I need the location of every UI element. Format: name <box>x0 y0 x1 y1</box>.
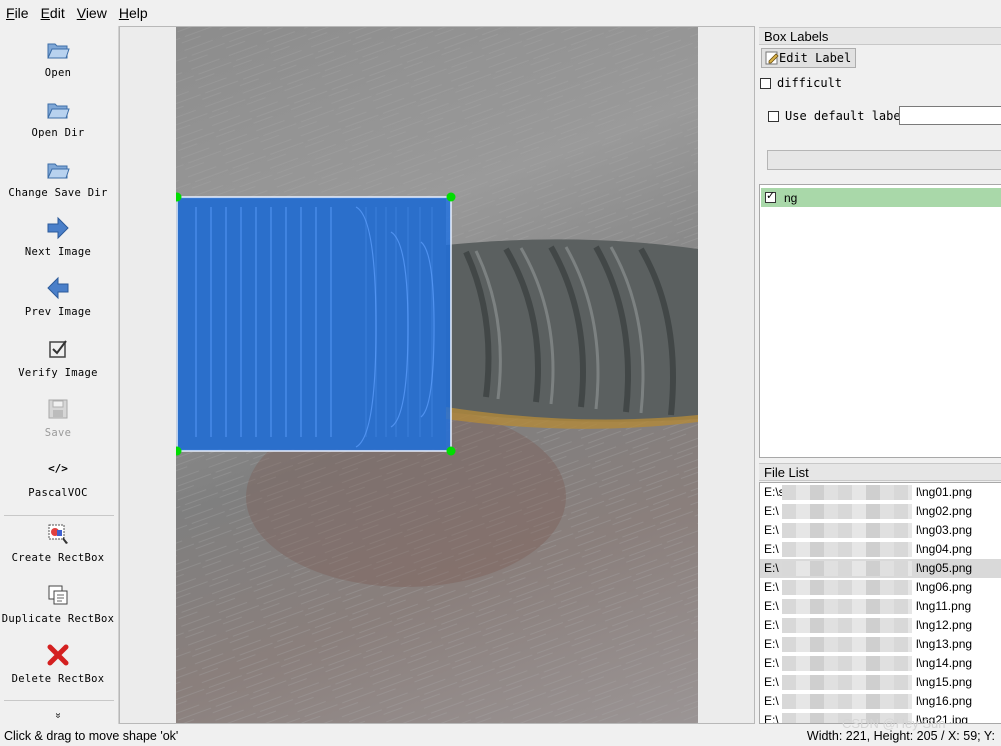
pixelated-redaction <box>782 637 912 652</box>
arrow-left-icon <box>47 276 69 300</box>
checkbox-unchecked-icon <box>768 110 779 122</box>
save-button[interactable]: Save <box>0 396 116 439</box>
file-list-item[interactable]: E:\ l\ng14.png <box>760 654 1001 673</box>
pixelated-redaction <box>782 599 912 614</box>
file-list-item[interactable]: E:\ l\ng13.png <box>760 635 1001 654</box>
use-default-label-checkbox[interactable]: Use default label <box>768 109 908 123</box>
pixelated-redaction <box>782 504 912 519</box>
chevron-down-icon: » <box>52 712 64 719</box>
file-list: E:\s l\ng01.png E:\ l\ng02.png E:\ l\ng03.png… <box>759 482 1001 724</box>
watermark: CSDN @Hey Sun <box>842 716 946 731</box>
delete-rectbox-button[interactable]: Delete RectBox <box>0 642 116 685</box>
verify-image-button[interactable]: Verify Image <box>0 336 116 379</box>
toolbar-separator <box>4 700 114 701</box>
file-list-item[interactable]: E:\s l\ng01.png <box>760 483 1001 502</box>
toolbar-separator <box>4 515 114 516</box>
checkbox-checked-icon[interactable] <box>765 189 776 203</box>
file-name: l\ng16.png <box>916 694 973 708</box>
open-dir-button[interactable]: Open Dir <box>0 96 116 139</box>
edit-pencil-icon <box>765 51 779 65</box>
pixelated-redaction <box>782 580 912 595</box>
folder-icon <box>47 163 70 179</box>
checkbox-icon <box>49 340 67 358</box>
rebar-photo <box>176 27 698 723</box>
tool-bar: Open Open Dir Change Save Dir Next Image… <box>0 26 119 724</box>
bounding-box[interactable] <box>176 196 452 452</box>
file-list-item[interactable]: E:\ l\ng16.png <box>760 692 1001 711</box>
file-list-item[interactable]: E:\ l\ng04.png <box>760 540 1001 559</box>
file-list-item[interactable]: E:\ l\ng02.png <box>760 502 1001 521</box>
file-name: l\ng02.png <box>916 504 973 518</box>
box-vertex-handle[interactable] <box>446 192 456 202</box>
label-filter-combobox[interactable] <box>767 150 1001 170</box>
menu-edit[interactable]: Edit <box>35 0 71 26</box>
file-name: l\ng15.png <box>916 675 973 689</box>
pixelated-redaction <box>782 694 912 709</box>
pixelated-redaction <box>782 675 912 690</box>
file-list-item[interactable]: E:\ l\ng05.png <box>760 559 1001 578</box>
file-name: l\ng13.png <box>916 637 973 651</box>
file-list-item[interactable]: E:\ l\ng06.png <box>760 578 1001 597</box>
file-list-dock-title: File List <box>759 463 1001 481</box>
file-name: l\ng05.png <box>916 561 973 575</box>
label-list-item[interactable]: ng <box>761 188 1001 207</box>
menu-view[interactable]: View <box>71 0 113 26</box>
menu-bar: File Edit View Help <box>0 0 1001 26</box>
code-format-icon: </> <box>48 462 68 475</box>
box-labels-dock-title: Box Labels <box>759 27 1001 45</box>
prev-image-button[interactable]: Prev Image <box>0 275 116 318</box>
floppy-disk-icon <box>48 399 68 419</box>
pixelated-redaction <box>782 542 912 557</box>
copy-icon <box>48 585 68 605</box>
edit-label-button[interactable]: Edit Label <box>761 48 856 68</box>
file-name: l\ng12.png <box>916 618 973 632</box>
toolbar-extension-button[interactable]: » <box>0 710 116 721</box>
box-vertex-handle[interactable] <box>446 446 456 456</box>
folder-icon <box>47 43 70 59</box>
pixelated-redaction <box>782 618 912 633</box>
file-list-item[interactable]: E:\ l\ng15.png <box>760 673 1001 692</box>
checkbox-unchecked-icon <box>760 77 771 89</box>
image-canvas[interactable] <box>119 26 755 724</box>
delete-x-icon <box>47 644 69 666</box>
change-save-dir-button[interactable]: Change Save Dir <box>0 156 116 199</box>
draw-rectangle-icon <box>48 524 68 544</box>
pixelated-redaction <box>782 485 912 500</box>
file-name: l\ng11.png <box>916 599 972 613</box>
menu-file[interactable]: File <box>0 0 35 26</box>
format-pascalvoc-button[interactable]: </> PascalVOC <box>0 456 116 499</box>
pixelated-redaction <box>782 561 912 576</box>
next-image-button[interactable]: Next Image <box>0 215 116 258</box>
file-name: l\ng04.png <box>916 542 973 556</box>
label-list: ng <box>759 184 1001 458</box>
pixelated-redaction <box>782 656 912 671</box>
file-name: l\ng06.png <box>916 580 973 594</box>
file-list-item[interactable]: E:\ l\ng12.png <box>760 616 1001 635</box>
create-rectbox-button[interactable]: Create RectBox <box>0 521 116 564</box>
file-name: l\ng01.png <box>916 485 973 499</box>
status-message: Click & drag to move shape 'ok' <box>4 729 179 743</box>
file-name: l\ng14.png <box>916 656 973 670</box>
folder-icon <box>47 103 70 119</box>
open-button[interactable]: Open <box>0 36 116 79</box>
duplicate-rectbox-button[interactable]: Duplicate RectBox <box>0 582 116 625</box>
file-list-item[interactable]: E:\ l\ng11.png <box>760 597 1001 616</box>
file-list-item[interactable]: E:\ l\ng03.png <box>760 521 1001 540</box>
default-label-input[interactable] <box>899 106 1001 125</box>
difficult-checkbox[interactable]: difficult <box>760 76 842 90</box>
pixelated-redaction <box>782 523 912 538</box>
menu-help[interactable]: Help <box>113 0 154 26</box>
file-name: l\ng03.png <box>916 523 973 537</box>
arrow-right-icon <box>47 216 69 240</box>
annotated-image <box>176 27 698 723</box>
